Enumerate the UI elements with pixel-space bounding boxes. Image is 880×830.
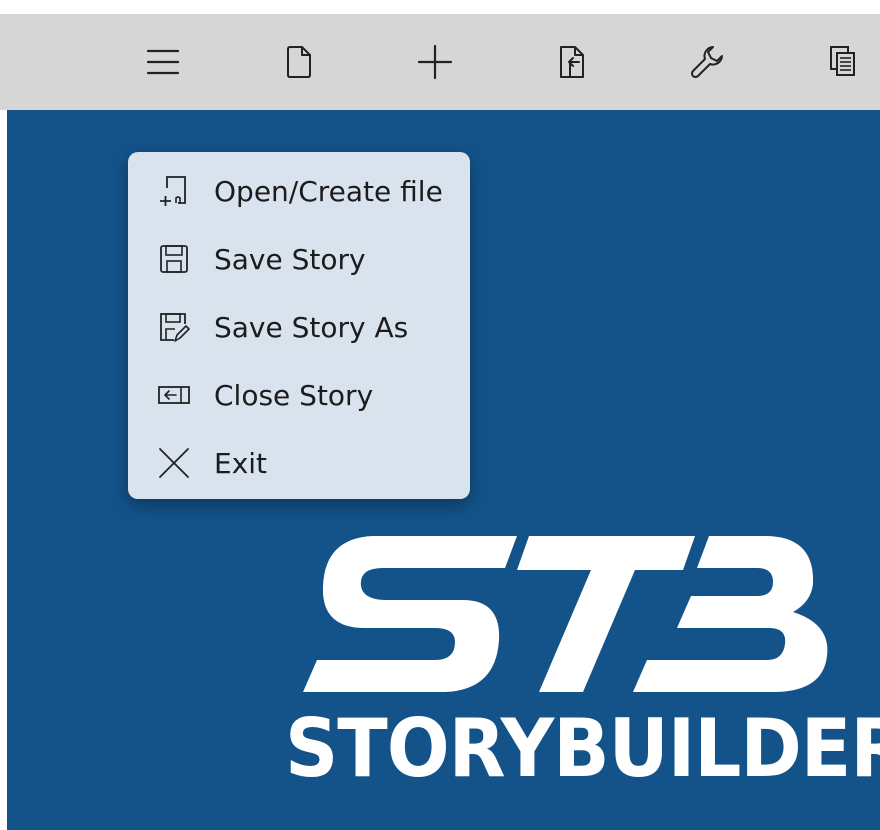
import-icon — [560, 46, 584, 78]
save-icon — [156, 241, 192, 277]
open-create-file-icon — [156, 173, 192, 209]
storybuilder-logo: STORYBUILDER — [285, 528, 880, 798]
close-icon — [156, 445, 192, 481]
document-icon — [287, 46, 311, 78]
menu-item-label: Close Story — [214, 378, 374, 412]
menu-item-save-story[interactable]: Save Story — [128, 228, 470, 290]
menu-item-label: Save Story As — [214, 310, 409, 344]
import-button[interactable] — [548, 38, 596, 86]
top-toolbar — [0, 14, 880, 110]
close-story-icon — [156, 377, 192, 413]
add-button[interactable] — [411, 38, 459, 86]
new-file-button[interactable] — [275, 38, 323, 86]
stb-logo-mark — [303, 536, 828, 692]
plus-icon — [417, 44, 453, 80]
copy-icon — [830, 46, 855, 76]
menu-item-open-create-file[interactable]: Open/Create file — [128, 160, 470, 222]
wrench-icon — [690, 46, 723, 79]
menu-item-label: Open/Create file — [214, 174, 443, 208]
file-menu: Open/Create file Save Story Save Story A… — [128, 152, 470, 499]
tools-button[interactable] — [683, 38, 731, 86]
hamburger-icon — [146, 49, 180, 75]
menu-item-exit[interactable]: Exit — [128, 432, 470, 494]
menu-item-close-story[interactable]: Close Story — [128, 364, 470, 426]
save-as-icon — [156, 309, 192, 345]
menu-item-label: Save Story — [214, 242, 366, 276]
menu-item-save-story-as[interactable]: Save Story As — [128, 296, 470, 358]
storybuilder-wordmark: STORYBUILDER — [285, 702, 880, 796]
menu-item-label: Exit — [214, 446, 268, 480]
hamburger-menu-button[interactable] — [139, 38, 187, 86]
copy-button[interactable] — [819, 38, 867, 86]
